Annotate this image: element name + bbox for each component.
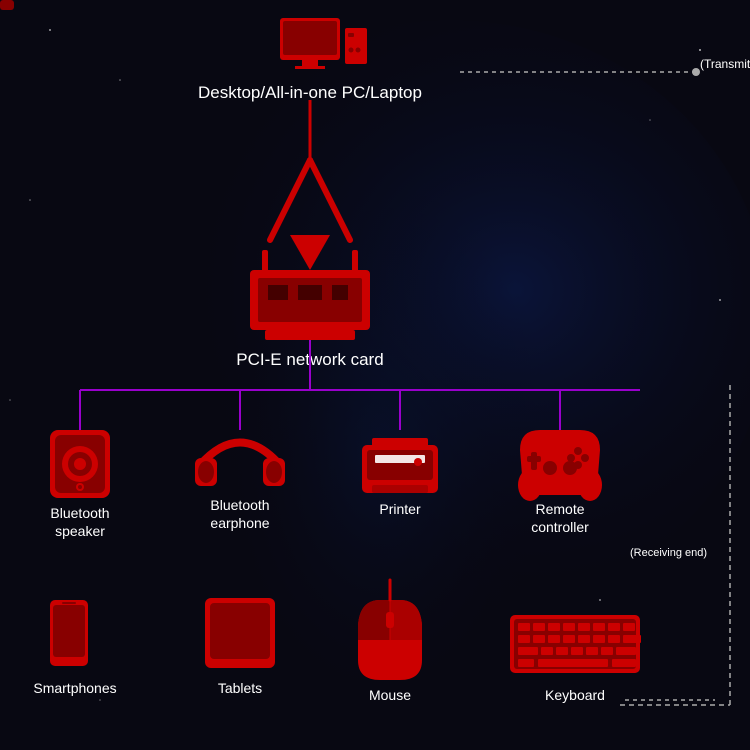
svg-text:Tablets: Tablets bbox=[218, 680, 262, 696]
svg-text:(Receiving end): (Receiving end) bbox=[630, 547, 707, 559]
svg-text:Bluetooth: Bluetooth bbox=[50, 505, 109, 521]
svg-text:Smartphones: Smartphones bbox=[33, 680, 116, 696]
svg-text:Printer: Printer bbox=[379, 501, 421, 517]
svg-text:speaker: speaker bbox=[55, 523, 105, 539]
svg-text:Keyboard: Keyboard bbox=[545, 687, 605, 703]
svg-text:Mouse: Mouse bbox=[369, 687, 411, 703]
svg-text:Remote: Remote bbox=[535, 501, 584, 517]
svg-text:controller: controller bbox=[531, 519, 589, 535]
svg-text:earphone: earphone bbox=[210, 515, 269, 531]
desktop-label: Desktop/All-in-one PC/Laptop bbox=[198, 83, 422, 102]
transmitting-label: (Transmitting end) bbox=[700, 57, 750, 71]
svg-text:Bluetooth: Bluetooth bbox=[210, 497, 269, 513]
